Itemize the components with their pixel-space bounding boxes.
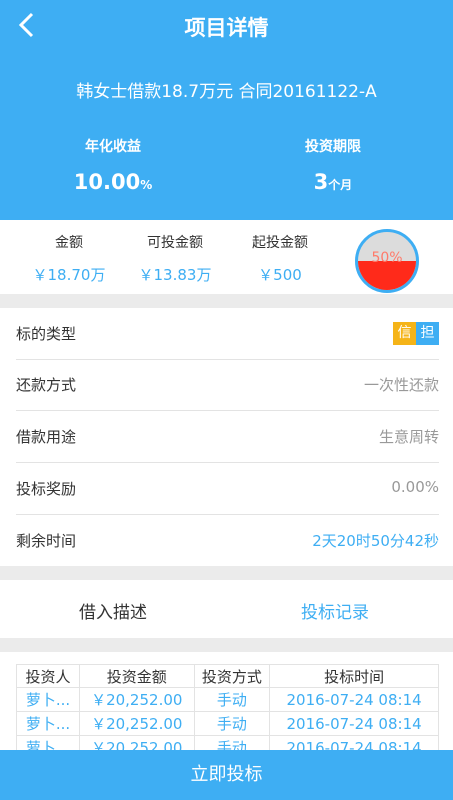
investment-term-value: 3 xyxy=(313,170,329,194)
available-amount-value: ￥13.83万 xyxy=(138,266,212,284)
info-row-remaining-time: 剩余时间 2天20时50分42秒 xyxy=(16,515,439,566)
header-method: 投资方式 xyxy=(193,664,271,688)
info-row-type: 标的类型 信 担 xyxy=(16,308,439,360)
header-amount: 投资金额 xyxy=(79,664,195,688)
min-amount-value: ￥500 xyxy=(258,266,302,284)
header-time: 投标时间 xyxy=(269,664,439,688)
annual-yield-value: 10.00 xyxy=(73,170,141,194)
investment-term-label: 投资期限 xyxy=(305,139,361,155)
info-list: 标的类型 信 担 还款方式 一次性还款 借款用途 生意周转 投标奖励 0.00%… xyxy=(0,308,453,566)
investment-method: 手动 xyxy=(193,687,271,712)
investment-method: 手动 xyxy=(193,711,271,736)
tab-description[interactable]: 借入描述 xyxy=(0,598,226,623)
annual-yield-value-wrap: 10.00% xyxy=(0,170,226,194)
investment-time: 2016-07-24 08:14 xyxy=(269,687,439,712)
info-value: 一次性还款 xyxy=(363,376,439,394)
annual-yield-label: 年化收益 xyxy=(85,139,141,155)
investment-term: 投资期限 3个月 xyxy=(220,136,446,194)
investment-time: 2016-07-24 08:14 xyxy=(269,711,439,736)
guarantee-badge: 担 xyxy=(416,322,439,345)
total-amount: 金额 ￥18.70万 xyxy=(14,232,124,285)
investment-amount: ￥20,252.00 xyxy=(79,687,195,712)
info-row-reward: 投标奖励 0.00% xyxy=(16,463,439,515)
info-key: 剩余时间 xyxy=(16,532,77,550)
type-badges: 信 担 xyxy=(393,322,439,345)
records-table: 投资人 投资金额 投资方式 投标时间 萝卜... ￥20,252.00 手动 2… xyxy=(16,664,439,760)
annual-yield-unit: % xyxy=(140,178,153,192)
progress-percent: 50% xyxy=(371,250,403,266)
investor-name[interactable]: 萝卜... xyxy=(16,687,80,712)
page-title: 项目详情 xyxy=(184,16,269,40)
available-amount: 可投金额 ￥13.83万 xyxy=(120,232,230,285)
records-header-row: 投资人 投资金额 投资方式 投标时间 xyxy=(16,664,439,688)
investment-amount: ￥20,252.00 xyxy=(79,711,195,736)
info-key: 标的类型 xyxy=(16,325,77,343)
credit-badge: 信 xyxy=(393,322,416,345)
info-value: 0.00% xyxy=(391,478,439,496)
tab-records[interactable]: 投标记录 xyxy=(222,598,448,623)
progress-circle: 50% xyxy=(355,229,419,293)
investment-term-unit: 个月 xyxy=(328,178,353,192)
min-amount-label: 起投金额 xyxy=(252,235,308,251)
min-amount: 起投金额 ￥500 xyxy=(225,232,335,285)
total-amount-label: 金额 xyxy=(55,235,83,251)
table-row: 萝卜... ￥20,252.00 手动 2016-07-24 08:14 xyxy=(16,687,439,712)
annual-yield: 年化收益 10.00% xyxy=(0,136,226,194)
invest-now-button[interactable]: 立即投标 xyxy=(0,750,453,800)
remaining-time-value: 2天20时50分42秒 xyxy=(312,532,439,550)
investor-name[interactable]: 萝卜... xyxy=(16,711,80,736)
info-key: 投标奖励 xyxy=(16,480,77,498)
info-key: 借款用途 xyxy=(16,428,77,446)
loan-name: 韩女士借款18.7万元 合同20161122-A xyxy=(76,82,377,102)
table-row: 萝卜... ￥20,252.00 手动 2016-07-24 08:14 xyxy=(16,711,439,736)
available-amount-label: 可投金额 xyxy=(147,235,203,251)
header: 项目详情 韩女士借款18.7万元 合同20161122-A 年化收益 10.00… xyxy=(0,0,453,220)
info-value: 生意周转 xyxy=(378,428,439,446)
total-amount-value: ￥18.70万 xyxy=(32,266,106,284)
info-key: 还款方式 xyxy=(16,376,77,394)
header-investor: 投资人 xyxy=(16,664,80,688)
info-row-purpose: 借款用途 生意周转 xyxy=(16,411,439,463)
investment-term-value-wrap: 3个月 xyxy=(220,170,446,194)
info-row-repayment: 还款方式 一次性还款 xyxy=(16,359,439,411)
detail-tabs: 借入描述 投标记录 xyxy=(0,580,453,638)
